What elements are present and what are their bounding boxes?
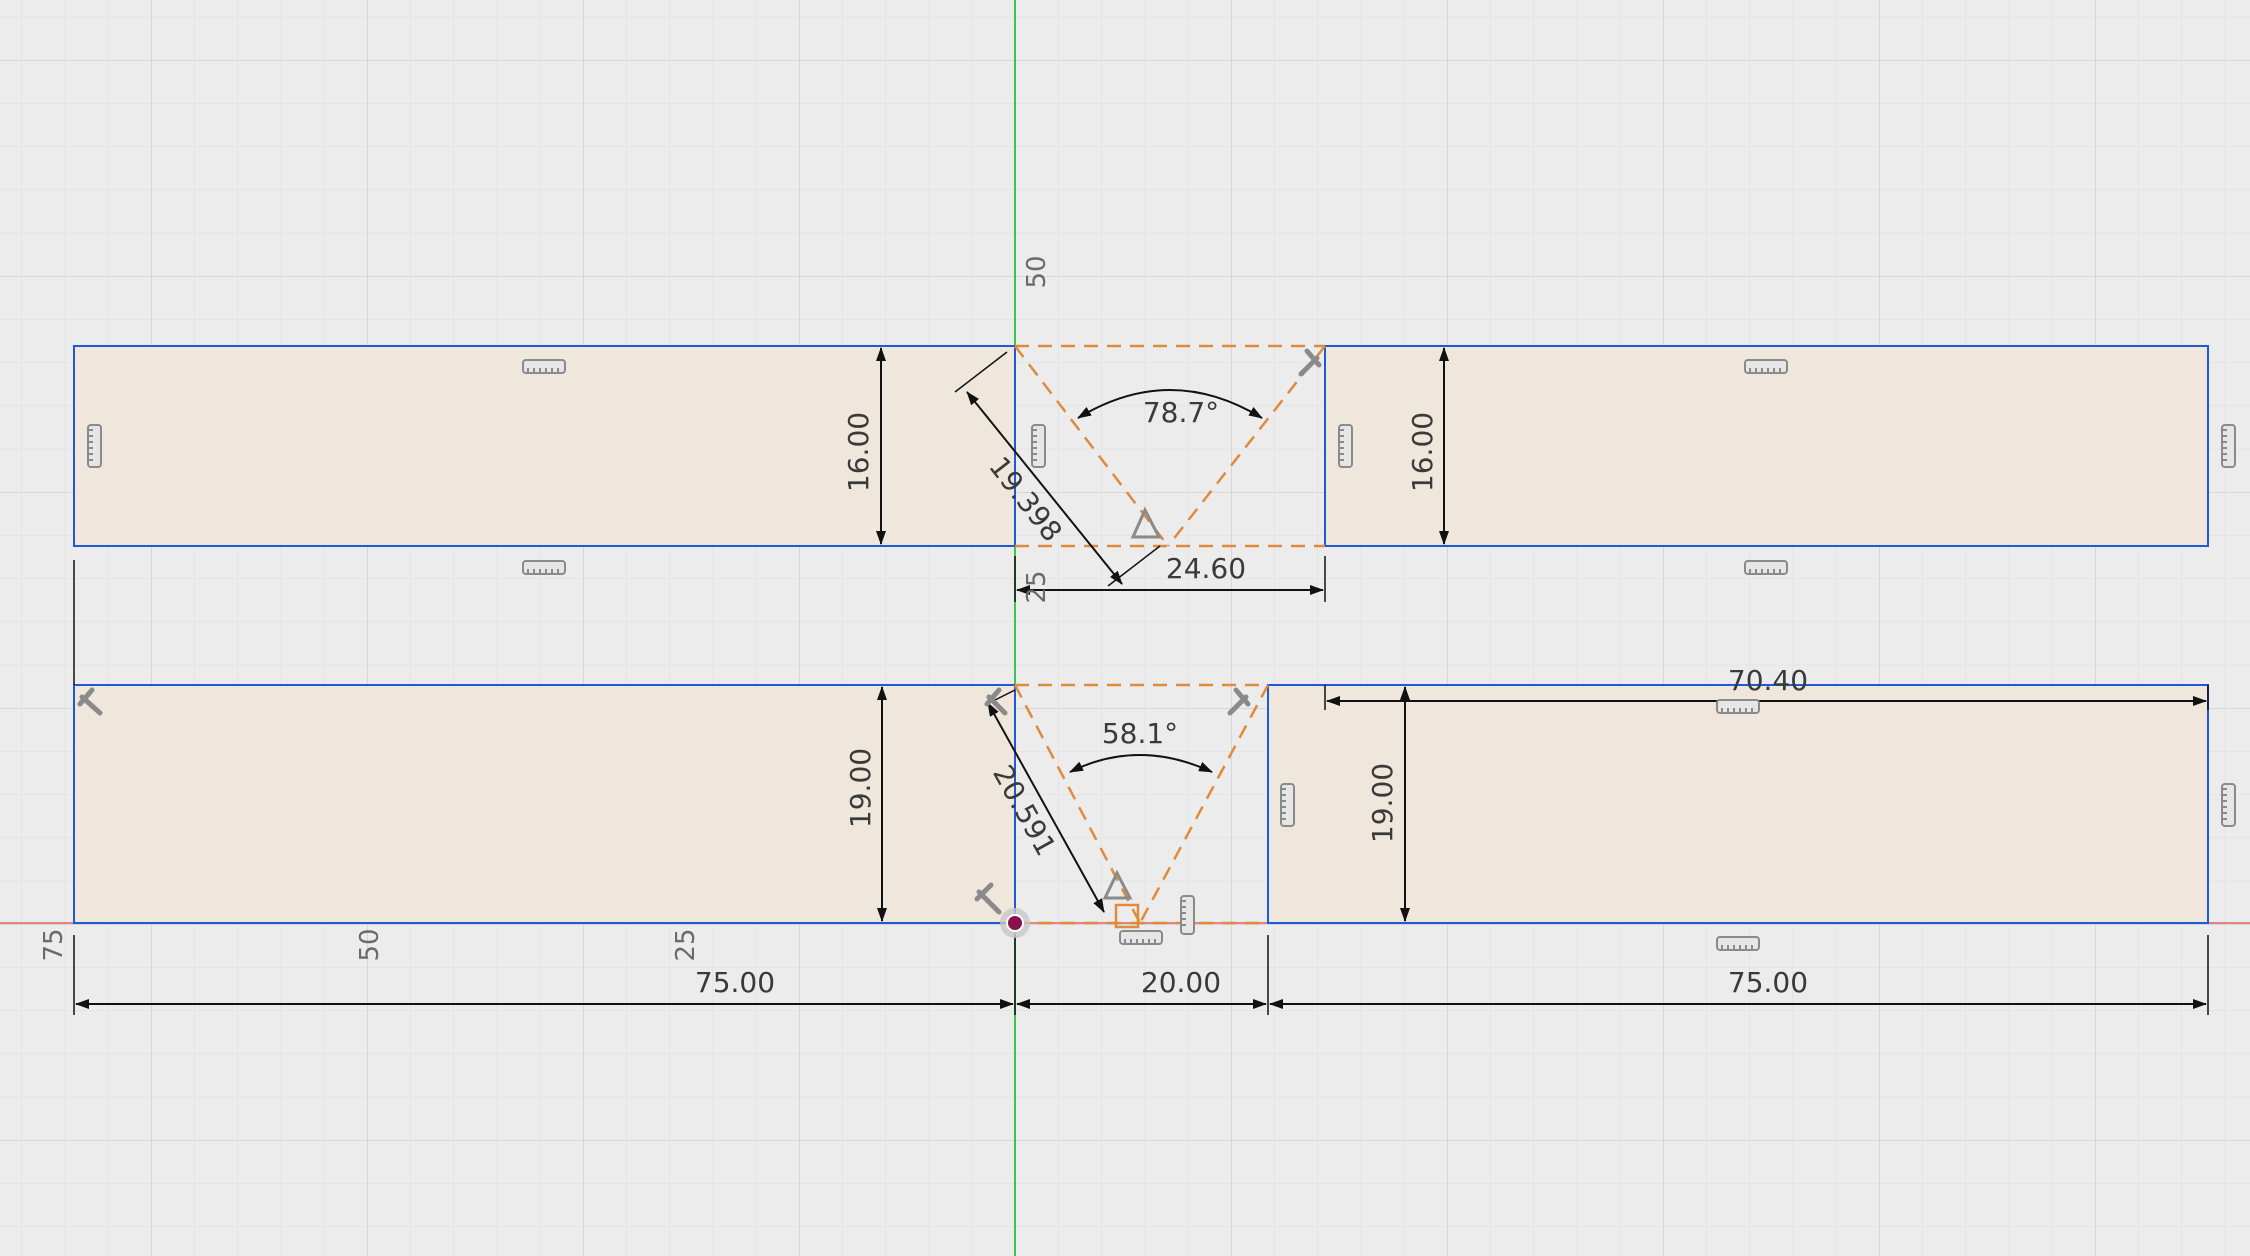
vertical-constraint-icon[interactable] (1031, 424, 1046, 468)
x-axis-label-75: 75 (39, 928, 69, 961)
vertical-constraint-icon[interactable] (2221, 783, 2236, 827)
angle-58-1[interactable]: 58.1° (1102, 717, 1178, 750)
horizontal-constraint-icon[interactable] (522, 560, 566, 575)
horizontal-constraint-icon[interactable] (522, 359, 566, 374)
horizontal-constraint-icon[interactable] (1119, 930, 1163, 945)
sketch-canvas[interactable]: 75.00 20.00 75.00 70.40 24.60 16.00 16.0… (0, 0, 2250, 1256)
x-axis-label-25: 25 (671, 928, 701, 961)
dim-19-right[interactable]: 19.00 (1366, 763, 1399, 843)
angle-78-7[interactable]: 78.7° (1143, 396, 1219, 429)
dim-70-40[interactable]: 70.40 (1728, 664, 1808, 697)
origin-point[interactable] (1006, 914, 1024, 932)
vertical-constraint-icon[interactable] (87, 424, 102, 468)
dim-16-left[interactable]: 16.00 (842, 412, 875, 492)
vertical-constraint-icon[interactable] (1180, 895, 1195, 935)
grid-major (0, 0, 2250, 1256)
x-axis-label-50: 50 (355, 928, 385, 961)
dim-24-60[interactable]: 24.60 (1166, 552, 1246, 585)
dim-20[interactable]: 20.00 (1141, 966, 1221, 999)
profile-top-right[interactable] (1325, 346, 2208, 546)
dim-16-right[interactable]: 16.00 (1406, 412, 1439, 492)
dim-19-left[interactable]: 19.00 (844, 748, 877, 828)
horizontal-constraint-icon[interactable] (1744, 560, 1788, 575)
profile-bottom-right[interactable] (1268, 685, 2208, 923)
dim-75-right[interactable]: 75.00 (1728, 966, 1808, 999)
vertical-constraint-icon[interactable] (1280, 783, 1295, 827)
vertical-constraint-icon[interactable] (1338, 424, 1353, 468)
vertical-constraint-icon[interactable] (2221, 424, 2236, 468)
y-axis-label-50: 50 (1022, 255, 1052, 288)
horizontal-constraint-icon[interactable] (1716, 936, 1760, 951)
dim-75-left[interactable]: 75.00 (695, 966, 775, 999)
y-axis-label-25: 25 (1022, 570, 1052, 603)
horizontal-constraint-icon[interactable] (1744, 359, 1788, 374)
horizontal-constraint-icon[interactable] (1716, 699, 1760, 714)
